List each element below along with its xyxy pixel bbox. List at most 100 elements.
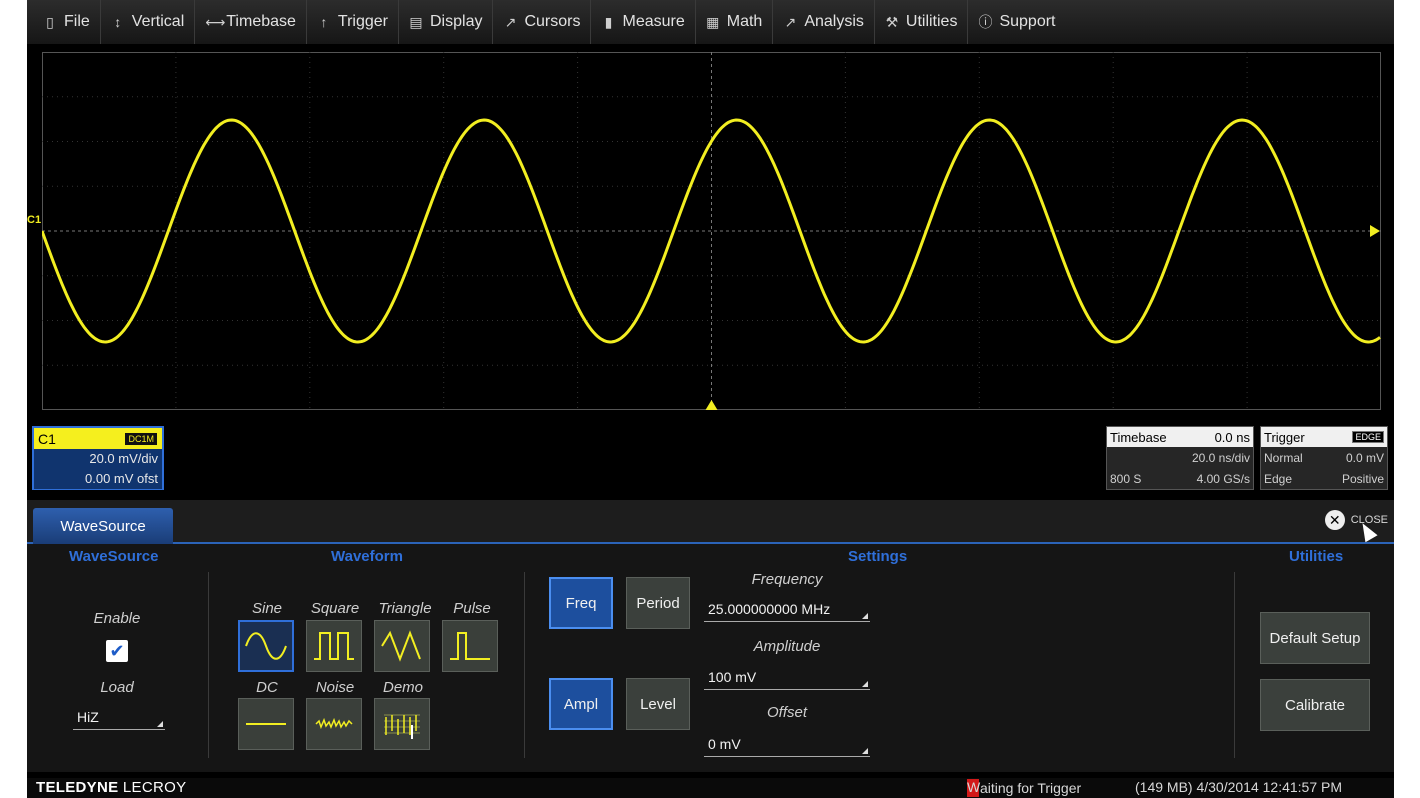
timebase-descriptor-header: Timebase 0.0 ns (1107, 427, 1253, 447)
oscilloscope-app: ▯File↕Vertical⟷Timebase↑Trigger▤Display↗… (27, 0, 1394, 798)
freq-button[interactable]: Freq (549, 577, 613, 629)
waveform-label-triangle: Triangle (372, 600, 438, 617)
menu-math[interactable]: ▦Math (696, 0, 774, 44)
divider (524, 572, 525, 758)
math-icon: ▦ (706, 14, 720, 31)
analysis-icon: ↗ (783, 14, 797, 31)
menu-display[interactable]: ▤ Display (399, 0, 493, 44)
timebase-title: Timebase (1110, 430, 1167, 445)
waveform-label-demo: Demo (374, 679, 432, 696)
trigger-descriptor-header: Trigger EDGE (1261, 427, 1387, 447)
trigger-icon: ↑ (317, 14, 331, 30)
menu-utilities[interactable]: ⚒ Utilities (875, 0, 969, 44)
menu-cursors[interactable]: ↗Cursors (493, 0, 591, 44)
calibrate-button[interactable]: Calibrate (1260, 679, 1370, 731)
measure-icon: ▮ (601, 14, 615, 31)
waveform-dc-button[interactable] (238, 698, 294, 750)
channel-vdiv: 20.0 mV/div (34, 449, 162, 469)
menu-label: Analysis (804, 13, 864, 31)
load-dropdown[interactable]: HiZ (73, 704, 165, 730)
default-setup-button[interactable]: Default Setup (1260, 612, 1370, 664)
waveform-sine-button[interactable] (238, 620, 294, 672)
dialog-tab-strip: WaveSource ✕ CLOSE (27, 500, 1394, 544)
load-label: Load (67, 679, 167, 696)
menu-bar: ▯File ↕ Vertical ⟷Timebase ↑ Trigger ▤ Display ↗… (27, 0, 1394, 44)
channel-ground-marker: C1 (27, 214, 41, 226)
waveform-display (42, 52, 1381, 410)
trigger-title: Trigger (1264, 430, 1305, 445)
trigger-slope: Positive (1342, 472, 1384, 486)
brand-logo: TELEDYNE LECROY (36, 779, 186, 796)
waveform-label-dc: DC (239, 679, 295, 696)
dc-icon (244, 707, 288, 741)
menu-label: Vertical (132, 13, 184, 31)
timebase-descriptor[interactable]: Timebase 0.0 ns 20.0 ns/div 800 S 4.00 G… (1106, 426, 1254, 490)
trigger-type-tag: EDGE (1352, 431, 1384, 443)
trigger-level: 0.0 mV (1346, 451, 1384, 465)
waveform-demo-button[interactable] (374, 698, 430, 750)
menu-trigger[interactable]: ↑ Trigger (307, 0, 399, 44)
timebase-samples: 800 S (1110, 472, 1141, 486)
channel-name: C1 (38, 431, 56, 447)
timebase-delay: 0.0 ns (1215, 430, 1250, 445)
tab-wavesource[interactable]: WaveSource (33, 508, 173, 544)
waveform-label-square: Square (303, 600, 367, 617)
trigger-row-1: Normal 0.0 mV (1261, 447, 1387, 468)
memory-datetime: (149 MB) 4/30/2014 12:41:57 PM (1135, 779, 1342, 795)
ampl-button[interactable]: Ampl (549, 678, 613, 730)
display-icon: ▤ (409, 14, 423, 31)
cursors-icon: ↗ (503, 14, 517, 31)
menu-vertical[interactable]: ↕ Vertical (101, 0, 195, 44)
menu-label: Support (999, 13, 1055, 31)
section-title-utilities: Utilities (1289, 548, 1343, 565)
close-icon: ✕ (1325, 510, 1345, 530)
support-icon: ⓘ (978, 12, 992, 32)
sine-icon (244, 629, 288, 663)
trigger-type: Edge (1264, 472, 1292, 486)
channel-offset: 0.00 mV ofst (34, 469, 162, 489)
divider (1234, 572, 1235, 758)
offset-field[interactable]: 0 mV (704, 731, 870, 757)
trigger-mode: Normal (1264, 451, 1303, 465)
enable-label: Enable (67, 610, 167, 627)
level-button[interactable]: Level (626, 678, 690, 730)
menu-label: Trigger (338, 13, 388, 31)
channel-descriptor-header: C1 DC1M (34, 428, 162, 449)
period-button[interactable]: Period (626, 577, 690, 629)
timebase-icon: ⟷ (205, 14, 219, 31)
frequency-field[interactable]: 25.000000000 MHz (704, 596, 870, 622)
timebase-tdiv: 20.0 ns/div (1192, 451, 1250, 465)
utilities-icon: ⚒ (885, 14, 899, 31)
file-icon: ▯ (43, 14, 57, 31)
vertical-icon: ↕ (111, 14, 125, 30)
enable-checkbox[interactable]: ✔ (106, 640, 128, 662)
menu-label: Utilities (906, 13, 958, 31)
trigger-status: W aiting for Trigger (967, 779, 1081, 797)
pulse-icon (448, 629, 492, 663)
noise-icon (312, 707, 356, 741)
menu-file[interactable]: ▯File (33, 0, 101, 44)
waveform-pulse-button[interactable] (442, 620, 498, 672)
menu-measure[interactable]: ▮Measure (591, 0, 695, 44)
frequency-label: Frequency (704, 571, 870, 588)
waveform-square-button[interactable] (306, 620, 362, 672)
waveform-noise-button[interactable] (306, 698, 362, 750)
section-title-waveform: Waveform (331, 548, 403, 565)
waveform-label-noise: Noise (306, 679, 364, 696)
coupling-badge: DC1M (124, 432, 158, 446)
waveform-triangle-button[interactable] (374, 620, 430, 672)
amplitude-field[interactable]: 100 mV (704, 664, 870, 690)
waveform-grid (42, 52, 1381, 410)
amplitude-label: Amplitude (704, 638, 870, 655)
status-bar: TELEDYNE LECROY W aiting for Trigger (14… (27, 778, 1394, 798)
menu-support[interactable]: ⓘ Support (968, 0, 1065, 44)
offset-label: Offset (704, 704, 870, 721)
menu-timebase[interactable]: ⟷Timebase (195, 0, 307, 44)
waveform-label-sine: Sine (239, 600, 295, 617)
menu-label: Display (430, 13, 482, 31)
menu-analysis[interactable]: ↗ Analysis (773, 0, 875, 44)
timebase-row-1: 20.0 ns/div (1107, 447, 1253, 468)
triangle-wave-icon (380, 629, 424, 663)
channel-descriptor-c1[interactable]: C1 DC1M 20.0 mV/div 0.00 mV ofst (32, 426, 164, 490)
trigger-descriptor[interactable]: Trigger EDGE Normal 0.0 mV Edge Positive (1260, 426, 1388, 490)
